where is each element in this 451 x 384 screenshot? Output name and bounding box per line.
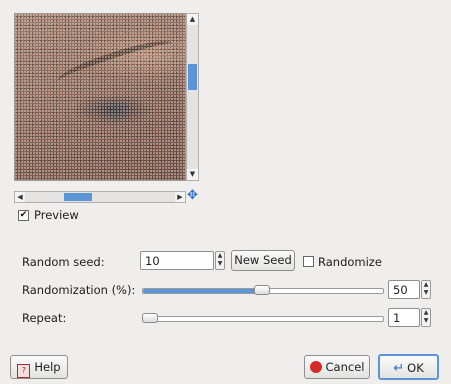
repeat-spinner[interactable]: ▲ ▼ [421,308,431,327]
cancel-button[interactable]: Cancel [304,355,370,379]
cancel-button-label: Cancel [325,360,365,374]
repeat-slider[interactable] [142,316,384,322]
scroll-right-arrow-icon[interactable]: ▶ [175,192,185,202]
checkmark-icon: ✔ [19,210,28,220]
preview-noise-overlay [15,14,185,180]
ok-button[interactable]: ↵ OK [378,354,439,380]
scroll-up-arrow-icon[interactable]: ▲ [187,14,198,25]
random-seed-label: Random seed: [22,255,105,269]
scroll-down-arrow-icon[interactable]: ▼ [187,169,198,180]
preview-image [14,13,186,181]
help-button[interactable]: ? Help [10,355,68,379]
navigate-icon[interactable]: ✥ [186,189,199,202]
ok-enter-icon: ↵ [393,361,405,376]
cancel-icon [309,361,322,373]
spin-down-arrow-icon[interactable]: ▼ [422,317,430,325]
new-seed-button[interactable]: New Seed [231,250,295,271]
preview-checkbox-label[interactable]: Preview [34,208,79,222]
spin-down-arrow-icon[interactable]: ▼ [216,260,224,268]
random-seed-input[interactable]: 10 [140,251,214,270]
preview-checkbox[interactable]: ✔ [18,210,29,221]
random-seed-spinner[interactable]: ▲ ▼ [215,251,225,270]
randomize-label[interactable]: Randomize [318,255,382,269]
preview-horizontal-scrollbar[interactable]: ◀ ▶ [14,191,186,203]
repeat-slider-knob[interactable] [142,313,158,323]
spin-up-arrow-icon[interactable]: ▲ [422,281,430,289]
randomization-slider-knob[interactable] [254,285,270,295]
vertical-scroll-thumb[interactable] [188,64,197,90]
repeat-label: Repeat: [22,311,67,325]
ok-button-label: OK [407,361,424,375]
scroll-left-arrow-icon[interactable]: ◀ [15,192,25,202]
help-button-label: Help [34,360,61,374]
spin-up-arrow-icon[interactable]: ▲ [216,252,224,260]
randomization-label: Randomization (%): [22,283,136,297]
repeat-input[interactable]: 1 [388,308,420,327]
randomize-checkbox[interactable] [303,256,314,267]
horizontal-scroll-thumb[interactable] [64,193,92,201]
spin-up-arrow-icon[interactable]: ▲ [422,309,430,317]
randomization-slider-fill [143,289,263,293]
randomization-spinner[interactable]: ▲ ▼ [421,280,431,299]
preview-vertical-scrollbar[interactable]: ▲ ▼ [186,13,199,181]
spin-down-arrow-icon[interactable]: ▼ [422,289,430,297]
help-book-icon: ? [17,364,31,378]
randomization-input[interactable]: 50 [388,280,420,299]
